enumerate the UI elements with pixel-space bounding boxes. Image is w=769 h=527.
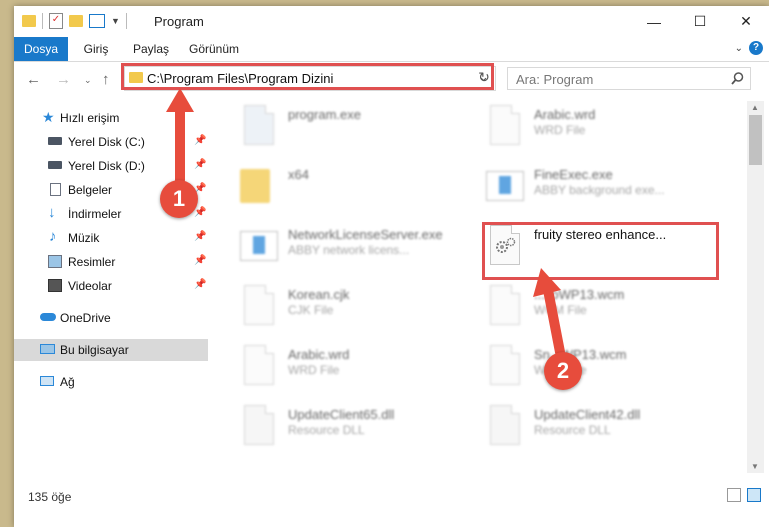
annotation-arrow-1 xyxy=(166,88,565,357)
step-badge-1: 1 xyxy=(160,180,198,218)
step-badge-2: 2 xyxy=(544,352,582,390)
